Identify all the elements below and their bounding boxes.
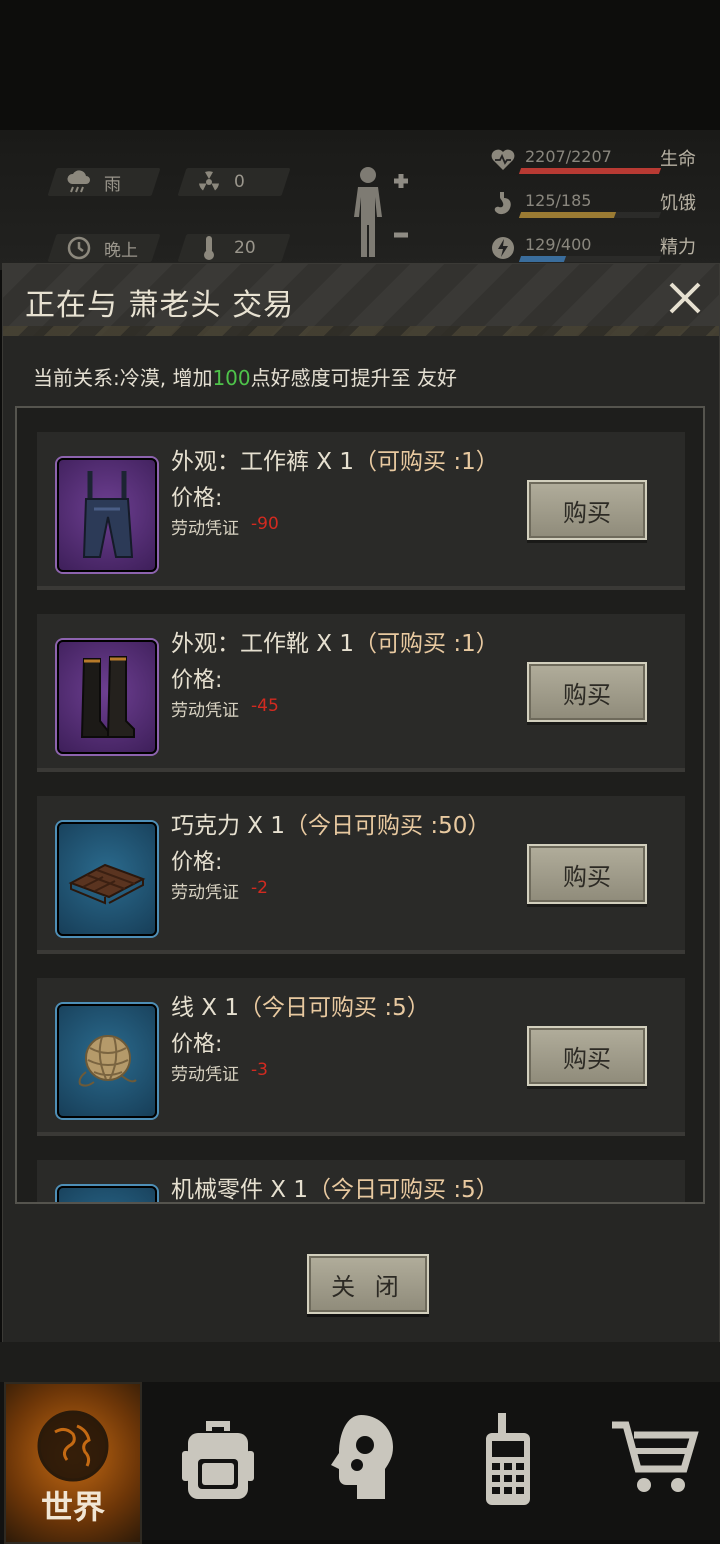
nav-radio[interactable] (468, 1382, 548, 1540)
weather-text: 雨 (104, 174, 121, 195)
rain-cloud-icon (66, 169, 92, 195)
close-icon[interactable] (665, 276, 705, 320)
health-value: 2207/2207 (525, 147, 612, 166)
item-limit: （今日可购买 :5） (239, 995, 430, 1021)
backpack-icon (180, 1415, 256, 1507)
item-name: 外观：工作靴 X 1（可购买 :1） (171, 624, 499, 658)
relation-points: 100 (212, 366, 251, 390)
trade-item: 机械零件 X 1（今日可购买 :5） (37, 1160, 685, 1203)
clock-icon (66, 235, 92, 261)
item-name-text: 线 X 1 (171, 995, 240, 1021)
energy-bar-fill (518, 256, 567, 262)
thread-ball-icon[interactable] (57, 1004, 157, 1118)
buy-button[interactable]: 购买 (527, 844, 647, 904)
price-value: -90 (251, 514, 279, 534)
item-limit: （今日可购买 :5） (308, 1177, 499, 1203)
radiation-icon (196, 169, 222, 195)
character-body-icon[interactable] (350, 165, 430, 265)
buy-button[interactable]: 购买 (527, 480, 647, 540)
hazard-stripe (3, 326, 719, 336)
dialog-title: 正在与 萧老头 交易 (25, 288, 295, 323)
item-name-text: 机械零件 X 1 (171, 1177, 309, 1203)
item-limit: （今日可购买 :50） (285, 813, 491, 839)
hunger-vital: 125/185 饥饿 (488, 189, 708, 219)
heart-icon (488, 145, 518, 175)
energy-label: 精力 (660, 237, 696, 258)
weather-stat: 雨 (47, 168, 161, 196)
energy-vital: 129/400 精力 (488, 233, 708, 263)
dialog-header: 正在与 萧老头 交易 (3, 264, 719, 336)
stomach-icon (488, 189, 518, 219)
temperature-text: 20 (234, 238, 256, 258)
price-label: 价格: (171, 486, 223, 511)
price-currency: 劳动凭证 (171, 883, 239, 903)
hunger-bar-fill (518, 212, 616, 218)
item-limit: （可购买 :1） (354, 631, 499, 657)
buy-button[interactable]: 购买 (527, 1026, 647, 1086)
item-limit: （可购买 :1） (354, 449, 499, 475)
item-name-text: 外观：工作裤 X 1 (171, 449, 355, 475)
item-name: 外观：工作裤 X 1（可购买 :1） (171, 442, 499, 476)
item-name-text: 外观：工作靴 X 1 (171, 631, 355, 657)
price-value: -3 (251, 1060, 268, 1080)
health-vital: 2207/2207 生命 (488, 145, 708, 175)
price-currency: 劳动凭证 (171, 519, 239, 539)
item-name-text: 巧克力 X 1 (171, 813, 286, 839)
radiation-stat: 0 (177, 168, 291, 196)
price-value: -2 (251, 878, 268, 898)
price-currency: 劳动凭证 (171, 1065, 239, 1085)
price-value: -45 (251, 696, 279, 716)
item-name: 巧克力 X 1（今日可购买 :50） (171, 806, 490, 840)
nav-world[interactable]: 世界 (4, 1382, 142, 1544)
health-bar (518, 168, 662, 174)
thermometer-icon (196, 235, 222, 261)
buy-button[interactable]: 购买 (527, 662, 647, 722)
energy-value: 129/400 (525, 235, 592, 254)
energy-icon (488, 233, 518, 263)
bottom-nav: 世界 (0, 1382, 720, 1544)
trade-item-list[interactable]: 外观：工作裤 X 1（可购买 :1） 价格: 劳动凭证 -90 购买 外观：工作… (15, 406, 705, 1204)
trade-dialog: 正在与 萧老头 交易 当前关系:冷漠, 增加100点好感度可提升至 友好 外观：… (2, 263, 720, 1343)
energy-bar (518, 256, 662, 262)
overalls-icon[interactable] (57, 458, 157, 572)
close-button[interactable]: 关 闭 (307, 1254, 429, 1314)
nav-skills[interactable] (318, 1382, 408, 1540)
trade-item: 线 X 1（今日可购买 :5） 价格: 劳动凭证 -3 购买 (37, 978, 685, 1136)
health-label: 生命 (660, 149, 696, 170)
boots-icon[interactable] (57, 640, 157, 754)
relation-prefix: 当前关系:冷漠, 增加 (33, 366, 213, 390)
price-label: 价格: (171, 668, 223, 693)
trade-item: 外观：工作裤 X 1（可购买 :1） 价格: 劳动凭证 -90 购买 (37, 432, 685, 590)
nav-shop[interactable] (600, 1382, 710, 1540)
nav-backpack[interactable] (168, 1382, 268, 1540)
hunger-value: 125/185 (525, 191, 592, 210)
temperature-stat: 20 (177, 234, 291, 262)
price-label: 价格: (171, 850, 223, 875)
relation-status: 当前关系:冷漠, 增加100点好感度可提升至 友好 (33, 362, 457, 391)
trade-item: 巧克力 X 1（今日可购买 :50） 价格: 劳动凭证 -2 购买 (37, 796, 685, 954)
hunger-bar (518, 212, 662, 218)
item-name: 机械零件 X 1（今日可购买 :5） (171, 1170, 499, 1203)
mechanical-part-icon[interactable] (57, 1186, 157, 1202)
hunger-label: 饥饿 (660, 193, 696, 214)
radio-phone-icon (478, 1411, 538, 1511)
radiation-text: 0 (234, 172, 245, 192)
price-label: 价格: (171, 1032, 223, 1057)
background-panel (0, 1342, 720, 1382)
chocolate-icon[interactable] (57, 822, 157, 936)
health-bar-fill (518, 168, 662, 174)
nav-world-label: 世界 (40, 1488, 105, 1526)
cart-icon (610, 1419, 700, 1503)
time-stat: 晚上 (47, 234, 161, 262)
price-currency: 劳动凭证 (171, 701, 239, 721)
head-gear-icon (327, 1411, 399, 1511)
trade-item: 外观：工作靴 X 1（可购买 :1） 价格: 劳动凭证 -45 购买 (37, 614, 685, 772)
time-text: 晚上 (104, 240, 138, 261)
item-name: 线 X 1（今日可购买 :5） (171, 988, 430, 1022)
relation-suffix: 点好感度可提升至 友好 (250, 366, 457, 390)
